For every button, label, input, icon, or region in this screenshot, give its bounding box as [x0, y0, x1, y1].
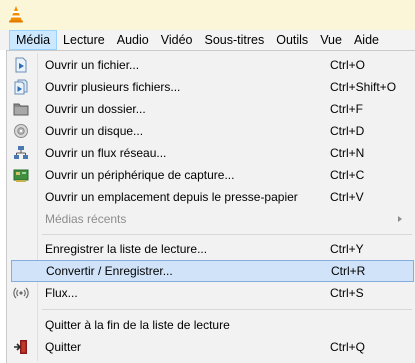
- vlc-cone-icon: [7, 5, 25, 26]
- exit-icon: [13, 339, 29, 355]
- menu-item-label: Ouvrir un dossier...: [45, 102, 146, 116]
- menu-item-label: Enregistrer la liste de lecture...: [45, 242, 208, 256]
- menu-item-shortcut: Ctrl+Y: [330, 242, 364, 256]
- menu-item-shortcut: Ctrl+N: [330, 146, 365, 160]
- files-icon: [13, 79, 29, 95]
- menu-item-label: Convertir / Enregistrer...: [46, 264, 173, 278]
- menu-item-open-capture-device[interactable]: Ouvrir un périphérique de capture... Ctr…: [10, 164, 415, 186]
- menu-item-open-network-stream[interactable]: Ouvrir un flux réseau... Ctrl+N: [10, 142, 415, 164]
- menu-tools[interactable]: Outils: [270, 30, 314, 50]
- menu-item-recent-media: Médias récents: [10, 208, 415, 230]
- menu-item-open-disc[interactable]: Ouvrir un disque... Ctrl+D: [10, 120, 415, 142]
- menu-item-label: Quitter: [45, 340, 82, 354]
- folder-icon: [13, 101, 29, 117]
- menu-separator: [42, 309, 412, 310]
- menu-item-stream[interactable]: Flux... Ctrl+S: [10, 282, 415, 304]
- menu-item-label: Ouvrir plusieurs fichiers...: [45, 80, 181, 94]
- menu-item-open-file[interactable]: Ouvrir un fichier... Ctrl+O: [10, 54, 415, 76]
- menu-subtitles[interactable]: Sous-titres: [198, 30, 270, 50]
- menu-help[interactable]: Aide: [348, 30, 385, 50]
- menu-item-open-multiple-files[interactable]: Ouvrir plusieurs fichiers... Ctrl+Shift+…: [10, 76, 415, 98]
- menu-item-shortcut: Ctrl+Shift+O: [330, 80, 397, 94]
- menu-item-convert-save[interactable]: Convertir / Enregistrer... Ctrl+R: [11, 260, 414, 282]
- submenu-arrow-icon: [398, 216, 402, 222]
- menu-video[interactable]: Vidéo: [155, 30, 199, 50]
- menu-playback[interactable]: Lecture: [57, 30, 111, 50]
- menu-item-quit[interactable]: Quitter Ctrl+Q: [10, 336, 415, 358]
- menu-separator: [42, 234, 412, 235]
- menu-item-quit-at-end-of-playlist[interactable]: Quitter à la fin de la liste de lecture: [10, 314, 415, 336]
- menu-item-shortcut: Ctrl+O: [330, 58, 366, 72]
- menu-item-label: Flux...: [45, 286, 78, 300]
- menu-item-open-location-clipboard[interactable]: Ouvrir un emplacement depuis le presse-p…: [10, 186, 415, 208]
- menu-media[interactable]: Média: [9, 30, 58, 50]
- menu-view[interactable]: Vue: [314, 30, 348, 50]
- menu-item-label: Ouvrir un fichier...: [45, 58, 140, 72]
- menu-item-label: Médias récents: [45, 212, 127, 226]
- menu-item-label: Ouvrir un flux réseau...: [45, 146, 167, 160]
- menu-item-shortcut: Ctrl+F: [330, 102, 363, 116]
- menu-item-shortcut: Ctrl+D: [330, 124, 365, 138]
- capture-card-icon: [13, 167, 29, 183]
- media-dropdown-menu: Ouvrir un fichier... Ctrl+O Ouvrir plusi…: [6, 50, 415, 363]
- file-icon: [13, 57, 29, 73]
- menu-item-label: Ouvrir un emplacement depuis le presse-p…: [45, 190, 298, 204]
- menu-item-label: Quitter à la fin de la liste de lecture: [45, 318, 230, 332]
- menu-item-shortcut: Ctrl+R: [331, 264, 366, 278]
- menu-bar: Média Lecture Audio Vidéo Sous-titres Ou…: [0, 30, 415, 50]
- menu-item-shortcut: Ctrl+V: [330, 190, 364, 204]
- menu-item-label: Ouvrir un disque...: [45, 124, 144, 138]
- stream-icon: [13, 285, 29, 301]
- menu-item-label: Ouvrir un périphérique de capture...: [45, 168, 235, 182]
- menu-item-open-folder[interactable]: Ouvrir un dossier... Ctrl+F: [10, 98, 415, 120]
- menu-item-shortcut: Ctrl+Q: [330, 340, 366, 354]
- menu-item-shortcut: Ctrl+C: [330, 168, 365, 182]
- menu-item-save-playlist[interactable]: Enregistrer la liste de lecture... Ctrl+…: [10, 238, 415, 260]
- network-icon: [13, 145, 29, 161]
- window-titlebar: [0, 0, 415, 30]
- disc-icon: [13, 123, 29, 139]
- menu-item-shortcut: Ctrl+S: [330, 286, 364, 300]
- menu-audio[interactable]: Audio: [111, 30, 155, 50]
